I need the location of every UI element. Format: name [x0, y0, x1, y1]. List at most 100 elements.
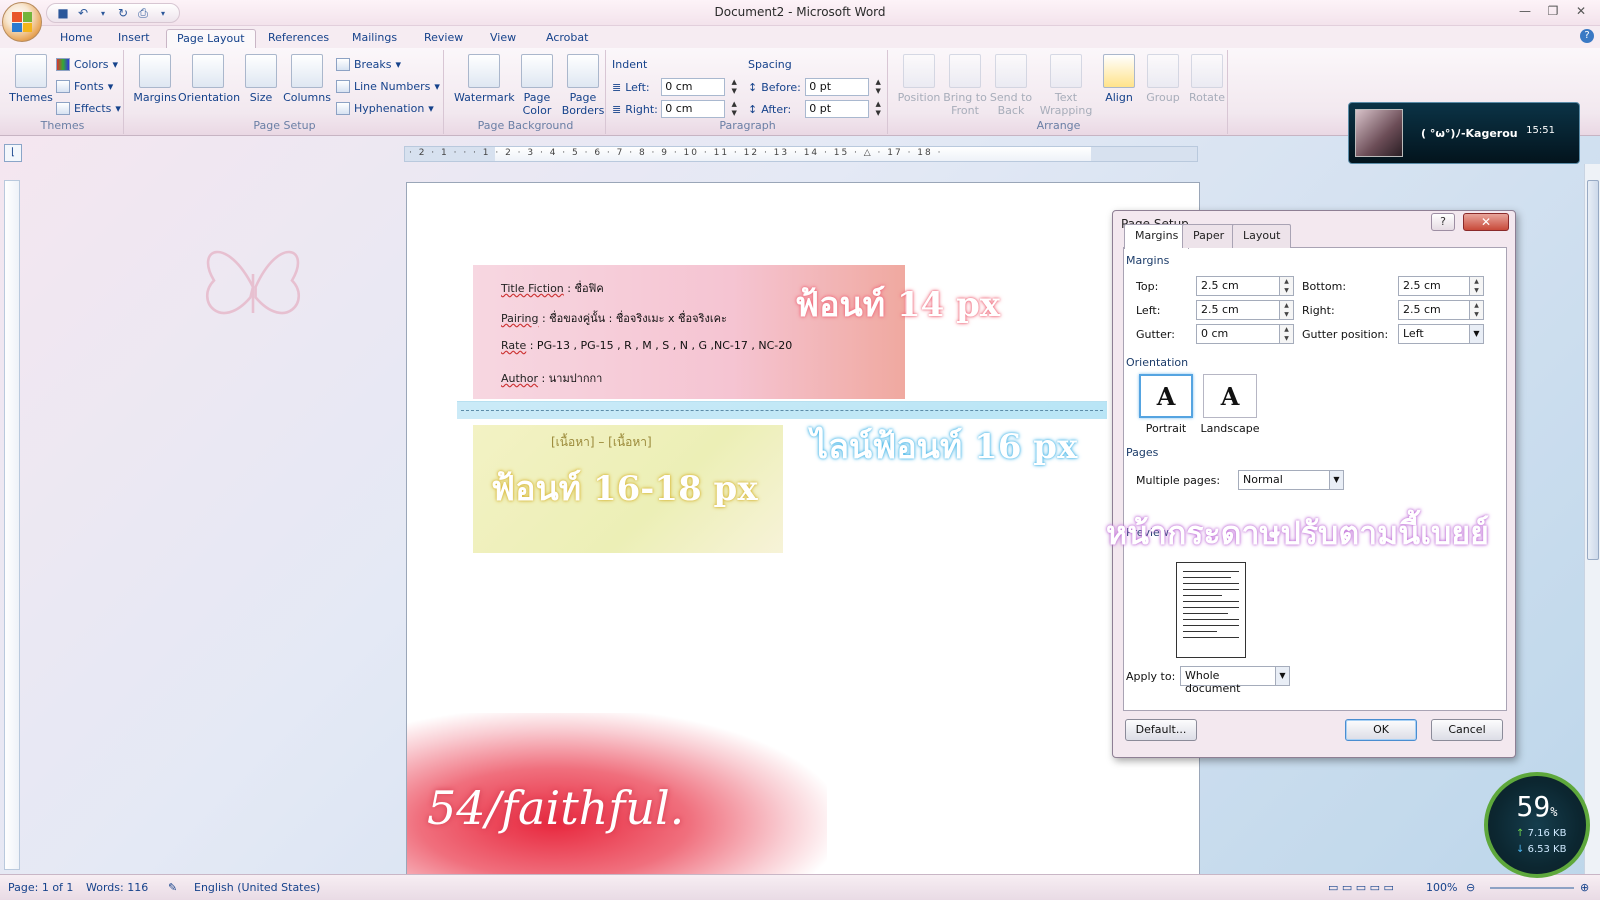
top-margin-spinner[interactable]: ▲ ▼ [1280, 276, 1294, 296]
watermark-button[interactable]: Watermark [454, 54, 515, 104]
bottom-margin-input[interactable]: 2.5 cm [1398, 276, 1470, 296]
author-line: Author : นามปากกา [501, 372, 603, 385]
orientation-button[interactable]: Orientation [178, 54, 240, 104]
tab-home[interactable]: Home [50, 29, 102, 48]
vertical-ruler[interactable] [4, 180, 20, 870]
fonts-button[interactable]: Fonts ▾ [56, 80, 113, 93]
text-wrapping-button[interactable]: Text Wrapping [1038, 54, 1094, 117]
page-setup-dialog: Page Setup ? ✕ Margins Paper Layout Marg… [1112, 210, 1516, 758]
page-borders-button[interactable]: Page Borders [558, 54, 608, 117]
gutter-spinner[interactable]: ▲ ▼ [1280, 324, 1294, 344]
zoom-in-icon[interactable]: ⊕ [1580, 881, 1589, 894]
indent-right-field: ≣ Right: 0 cm ▲ ▼ [612, 100, 739, 118]
tab-review[interactable]: Review [414, 29, 473, 48]
hyphenation-button[interactable]: Hyphenation ▾ [336, 102, 434, 115]
vertical-scrollbar[interactable] [1584, 164, 1600, 874]
default-button[interactable]: Default... [1125, 719, 1197, 741]
gutter-input[interactable]: 0 cm [1196, 324, 1280, 344]
apply-to-field: Apply to: Whole document ▼ [1126, 666, 1290, 695]
help-icon[interactable]: ? [1580, 29, 1594, 43]
scrollbar-thumb[interactable] [1587, 180, 1599, 560]
size-button[interactable]: Size [236, 54, 286, 104]
content-placeholder: [เนื้อหา] – [เนื้อหา] [551, 435, 652, 449]
right-margin-input[interactable]: 2.5 cm [1398, 300, 1470, 320]
themes-group: Themes Colors ▾ Fonts ▾ Effects ▾ Themes [2, 50, 124, 134]
minimize-icon[interactable]: — [1514, 2, 1536, 20]
chevron-down-icon[interactable]: ▼ [1276, 666, 1290, 686]
cancel-button[interactable]: Cancel [1431, 719, 1503, 741]
tab-insert[interactable]: Insert [108, 29, 160, 48]
dialog-help-button[interactable]: ? [1431, 213, 1455, 231]
apply-to-select[interactable]: Whole document [1180, 666, 1276, 695]
portrait-option[interactable]: A Portrait [1136, 374, 1196, 435]
spacing-after-input[interactable]: 0 pt [805, 100, 870, 118]
tab-layout[interactable]: Layout [1232, 224, 1292, 248]
gutter-field: Gutter: 0 cm ▲ ▼ [1136, 324, 1294, 344]
zoom-slider[interactable] [1490, 887, 1574, 889]
page-color-button[interactable]: Page Color [512, 54, 562, 117]
indent-left-input[interactable]: 0 cm [661, 78, 726, 96]
tab-selector-button[interactable]: ⌊ [4, 144, 22, 162]
page-count[interactable]: Page: 1 of 1 [8, 881, 73, 894]
gutter-position-select[interactable]: Left [1398, 324, 1470, 344]
margins-button[interactable]: Margins [130, 54, 180, 104]
dialog-close-button[interactable]: ✕ [1463, 213, 1509, 231]
word-count[interactable]: Words: 116 [86, 881, 148, 894]
bring-to-front-button[interactable]: Bring to Front [940, 54, 990, 117]
indent-left-spinner[interactable]: ▲ ▼ [729, 78, 739, 96]
restore-icon[interactable]: ❐ [1542, 2, 1564, 20]
send-to-back-button[interactable]: Send to Back [986, 54, 1036, 117]
zoom-level[interactable]: 100% [1426, 881, 1457, 894]
columns-button[interactable]: Columns [282, 54, 332, 104]
line-numbers-button[interactable]: Line Numbers ▾ [336, 80, 440, 93]
indent-right-spinner[interactable]: ▲ ▼ [729, 100, 739, 118]
tab-view[interactable]: View [480, 29, 526, 48]
portrait-icon: A [1139, 374, 1193, 418]
close-icon[interactable]: ✕ [1570, 2, 1592, 20]
horizontal-ruler[interactable]: · 2 · 1 · · · 1 · 2 · 3 · 4 · 5 · 6 · 7 … [404, 146, 1198, 162]
ok-button[interactable]: OK [1345, 719, 1417, 741]
multiple-pages-select[interactable]: Normal [1238, 470, 1330, 490]
landscape-option[interactable]: A Landscape [1200, 374, 1260, 435]
position-button[interactable]: Position [894, 54, 944, 104]
office-logo-icon [12, 12, 32, 32]
zoom-out-icon[interactable]: ⊖ [1466, 881, 1475, 894]
left-margin-input[interactable]: 2.5 cm [1196, 300, 1280, 320]
indent-left-icon: ≣ [612, 80, 622, 94]
right-margin-spinner[interactable]: ▲ ▼ [1470, 300, 1484, 320]
tab-margins[interactable]: Margins [1124, 224, 1190, 249]
spacing-before-input[interactable]: 0 pt [805, 78, 870, 96]
music-widget[interactable]: ( °ω°)ﾉ-Kagerou 15:51 [1348, 102, 1580, 164]
spacing-before-spinner[interactable]: ▲ ▼ [873, 78, 883, 96]
left-margin-spinner[interactable]: ▲ ▼ [1280, 300, 1294, 320]
tab-mailings[interactable]: Mailings [342, 29, 407, 48]
proofing-icon[interactable]: ✎ [168, 881, 177, 894]
tab-acrobat[interactable]: Acrobat [536, 29, 598, 48]
chevron-down-icon[interactable]: ▼ [1470, 324, 1484, 344]
themes-icon [15, 54, 47, 88]
effects-button[interactable]: Effects ▾ [56, 102, 121, 115]
group-button[interactable]: Group [1138, 54, 1188, 104]
indent-right-input[interactable]: 0 cm [661, 100, 726, 118]
themes-button[interactable]: Themes [6, 54, 56, 104]
butterfly-icon [206, 250, 300, 315]
spacing-after-spinner[interactable]: ▲ ▼ [873, 100, 883, 118]
align-button[interactable]: Align [1094, 54, 1144, 104]
breaks-button[interactable]: Breaks ▾ [336, 58, 401, 71]
top-margin-input[interactable]: 2.5 cm [1196, 276, 1280, 296]
tab-page-layout[interactable]: Page Layout [166, 29, 256, 48]
chevron-down-icon[interactable]: ▼ [1330, 470, 1344, 490]
document-page[interactable]: Title Fiction : ชื่อฟิค Pairing : ชื่อขอ… [406, 182, 1200, 882]
title-bar: ■ ↶ ▾ ↻ ⎙ ▾ Document2 - Microsoft Word —… [0, 0, 1600, 26]
office-button[interactable] [2, 2, 42, 42]
language-indicator[interactable]: English (United States) [194, 881, 320, 894]
left-margin-field: Left: 2.5 cm ▲ ▼ [1136, 300, 1294, 320]
page-preview [1176, 562, 1246, 658]
view-buttons[interactable]: ▭ ▭ ▭ ▭ ▭ [1328, 881, 1394, 894]
bottom-margin-spinner[interactable]: ▲ ▼ [1470, 276, 1484, 296]
colors-button[interactable]: Colors ▾ [56, 58, 118, 71]
rotate-button[interactable]: Rotate [1182, 54, 1232, 104]
tab-paper[interactable]: Paper [1182, 224, 1236, 248]
tab-references[interactable]: References [258, 29, 339, 48]
rate-line: Rate : PG-13 , PG-15 , R , M , S , N , G… [501, 339, 793, 352]
